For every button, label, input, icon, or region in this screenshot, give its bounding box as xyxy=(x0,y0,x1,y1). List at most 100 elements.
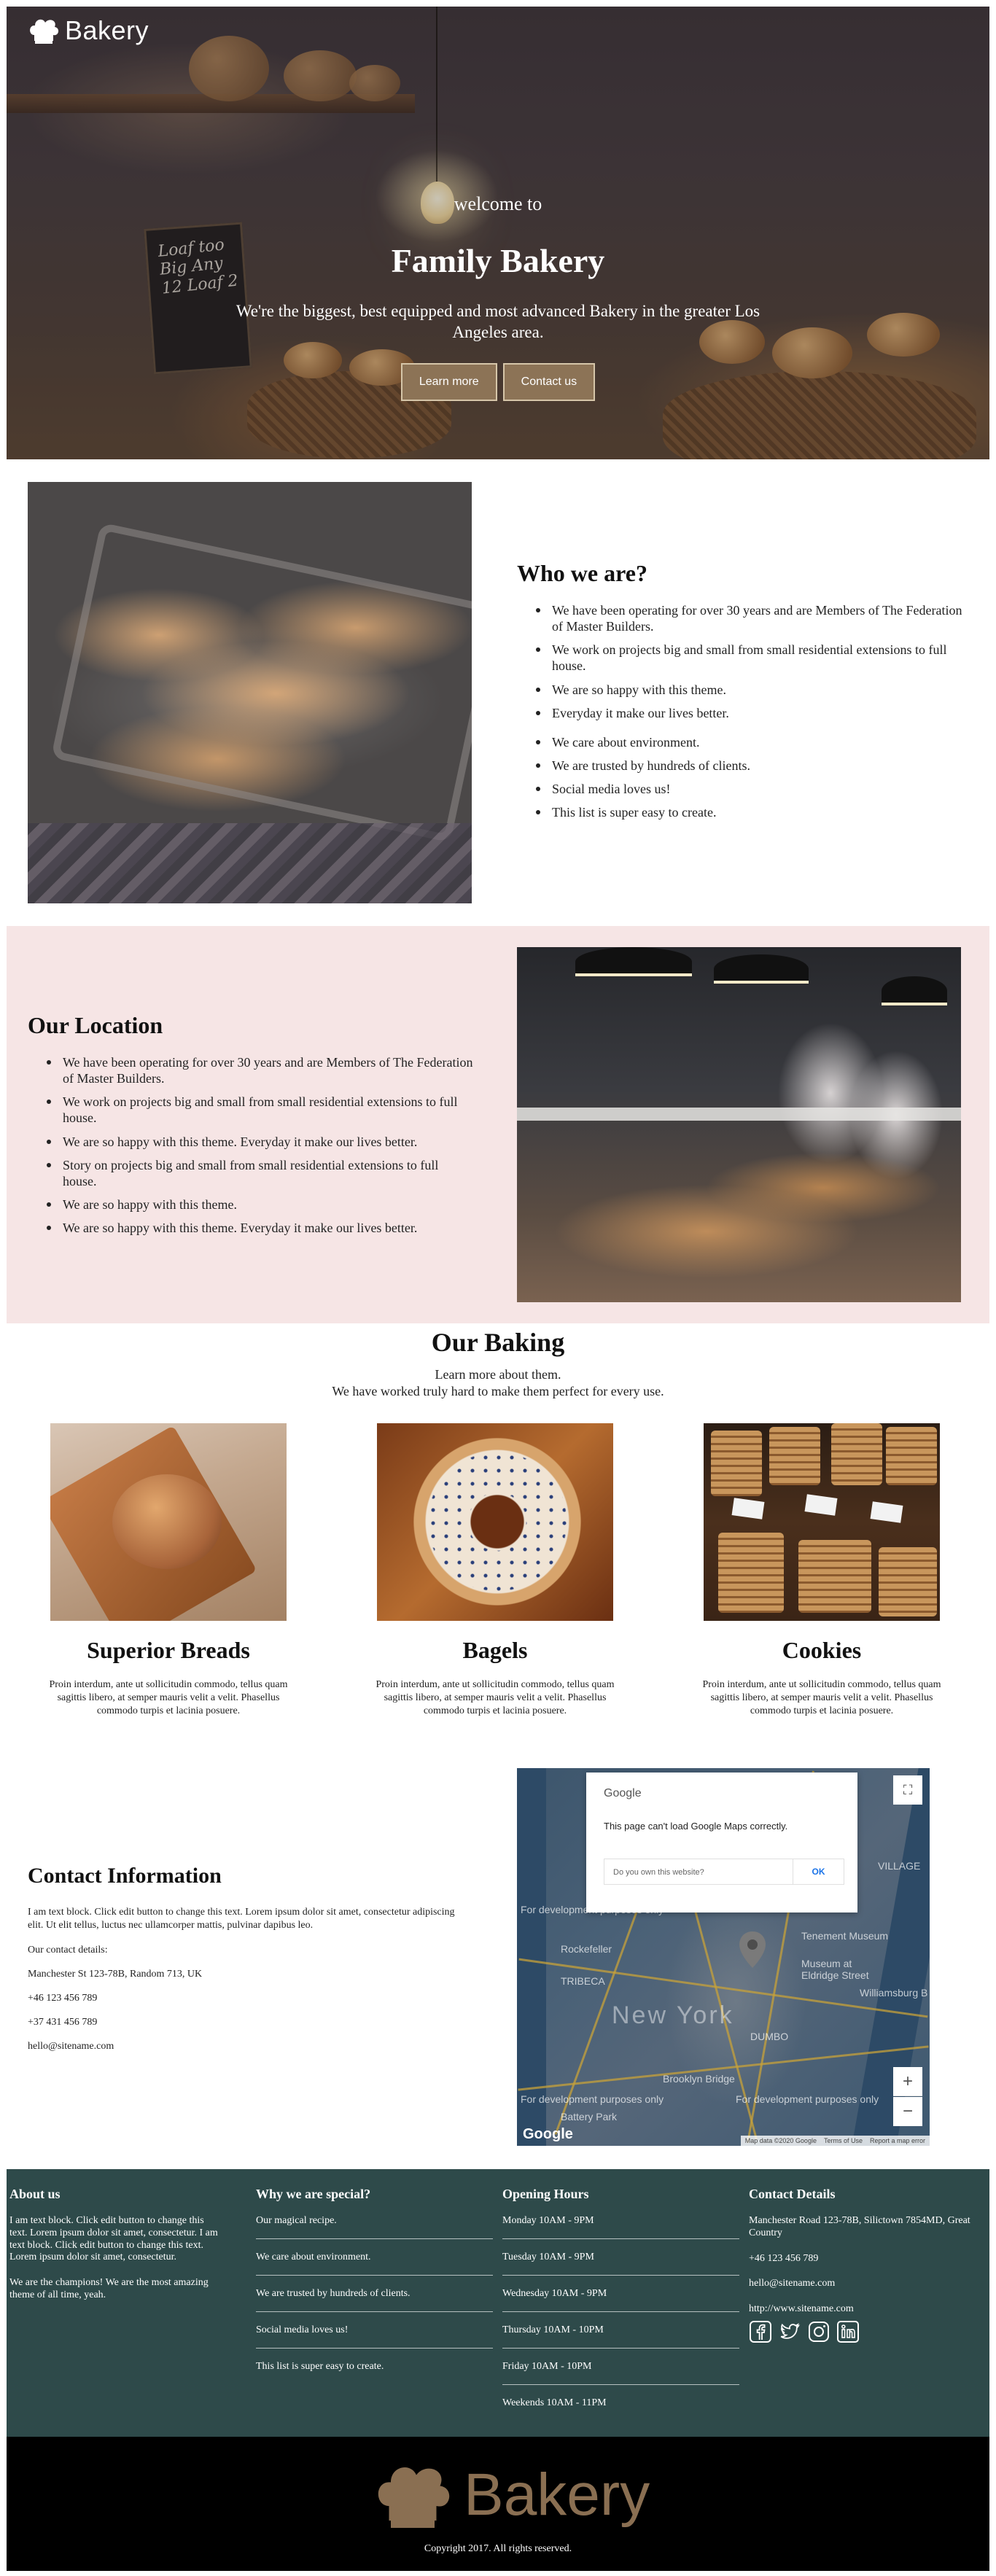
list-item: Our magical recipe. xyxy=(256,2215,493,2239)
brand-name: Bakery xyxy=(65,15,149,45)
map-place-label: Museum at Eldridge Street xyxy=(801,1958,869,1981)
who-we-are-title: Who we are? xyxy=(517,560,647,586)
footer-about-text: I am text block. Click edit button to ch… xyxy=(9,2215,218,2263)
footer-website[interactable]: http://www.sitename.com xyxy=(749,2303,982,2316)
our-baking-title: Our Baking xyxy=(431,1328,565,1357)
cookie-stack xyxy=(886,1427,937,1485)
pendant-lamp xyxy=(714,954,809,984)
map-pin-icon[interactable] xyxy=(737,1930,768,1969)
product-card-breads: Superior Breads Proin interdum, ante ut … xyxy=(41,1423,296,1719)
footer-hours-list: Monday 10AM - 9PM Tuesday 10AM - 9PM Wed… xyxy=(502,2215,739,2421)
footer-about-text: We are the champions! We are the most am… xyxy=(9,2277,209,2300)
map-error-message: This page can't load Google Maps correct… xyxy=(604,1821,788,1832)
map-city-label: New York xyxy=(612,2001,734,2029)
product-description: Proin interdum, ante ut sollicitudin com… xyxy=(376,1679,615,1717)
map-report-link[interactable]: Report a map error xyxy=(870,2137,925,2144)
footer-about-title: About us xyxy=(9,2187,61,2201)
list-item: Tuesday 10AM - 9PM xyxy=(502,2252,739,2276)
pendant-lamp xyxy=(575,947,692,976)
bread-loaf xyxy=(112,1474,222,1569)
learn-more-button[interactable]: Learn more xyxy=(400,363,497,401)
product-card-cookies: Cookies Proin interdum, ante ut sollicit… xyxy=(694,1423,949,1719)
breads-image xyxy=(50,1423,287,1621)
our-baking-subtitle-line: We have worked truly hard to make them p… xyxy=(332,1384,664,1399)
list-item: Weekends 10AM - 11PM xyxy=(502,2397,607,2408)
hero-buttons: Learn more Contact us xyxy=(7,363,989,401)
map-place-label: Tenement Museum xyxy=(801,1930,889,1942)
product-name: Bagels xyxy=(462,1637,528,1663)
list-item: We have been operating for over 30 years… xyxy=(527,602,965,634)
cookie-stack xyxy=(831,1423,882,1485)
list-item: We are so happy with this theme. Everyda… xyxy=(38,1134,475,1150)
twitter-icon[interactable] xyxy=(778,2320,801,2343)
list-item: We have been operating for over 30 years… xyxy=(38,1054,475,1086)
map-ok-button[interactable]: OK xyxy=(793,1859,844,1884)
cookie-stack xyxy=(798,1540,871,1613)
price-tag xyxy=(870,1501,903,1523)
map-place-label: Williamsburg B xyxy=(860,1987,928,1999)
list-item: We care about environment. xyxy=(527,734,965,750)
price-tag xyxy=(804,1494,838,1516)
facebook-icon[interactable] xyxy=(749,2320,772,2343)
cookie-stack xyxy=(718,1533,784,1613)
chef-hat-icon xyxy=(378,2467,450,2528)
footer-hours: Opening Hours Monday 10AM - 9PM Tuesday … xyxy=(502,2187,739,2433)
bottom-bar: Bakery Copyright 2017. All rights reserv… xyxy=(7,2437,989,2571)
brand-logo[interactable]: Bakery xyxy=(27,15,149,46)
linkedin-icon[interactable] xyxy=(836,2320,860,2343)
footer-special: Why we are special? Our magical recipe. … xyxy=(256,2187,493,2397)
map-attribution: Map data ©2020 Google Terms of Use Repor… xyxy=(740,2136,930,2146)
footer-contact: Contact Details Manchester Road 123-78B,… xyxy=(749,2187,982,2343)
hero-title: Family Bakery xyxy=(391,242,605,279)
page: Loaf too Big Any 12 Loaf 2 Bakery welcom… xyxy=(0,0,996,2576)
list-item: We are trusted by hundreds of clients. xyxy=(527,758,965,774)
hero-welcome: welcome to xyxy=(454,193,542,214)
contact-email: hello@sitename.com xyxy=(28,2041,114,2052)
social-icons xyxy=(749,2320,982,2343)
list-item: We are so happy with this theme. Everyda… xyxy=(38,1220,475,1236)
cookie-stack xyxy=(769,1427,820,1485)
product-description: Proin interdum, ante ut sollicitudin com… xyxy=(49,1679,288,1717)
zoom-in-button[interactable]: + xyxy=(893,2067,922,2096)
our-baking-subtitle: Learn more about them. We have worked tr… xyxy=(0,1366,996,1401)
hero-section: Loaf too Big Any 12 Loaf 2 Bakery welcom… xyxy=(7,7,989,459)
cookie-stack xyxy=(711,1431,762,1496)
google-logo: Google xyxy=(523,2126,573,2142)
product-name: Superior Breads xyxy=(87,1637,250,1663)
bagel-sprinkles xyxy=(413,1438,581,1606)
baking-tray xyxy=(50,522,472,843)
list-item: Friday 10AM - 10PM xyxy=(502,2361,739,2385)
footer-logo[interactable]: Bakery xyxy=(369,2459,650,2532)
who-we-are-image xyxy=(28,482,472,903)
map-place-label: Battery Park xyxy=(561,2111,618,2122)
product-name: Cookies xyxy=(782,1637,862,1663)
google-map[interactable]: New York For development purposes only F… xyxy=(517,1768,930,2146)
list-item: Social media loves us! xyxy=(256,2324,493,2349)
contact-us-button[interactable]: Contact us xyxy=(502,363,596,401)
contact-phone: +37 431 456 789 xyxy=(28,2017,98,2028)
instagram-icon[interactable] xyxy=(807,2320,830,2343)
map-error-dialog: Google This page can't load Google Maps … xyxy=(586,1773,857,1912)
contact-details-label: Our contact details: xyxy=(28,1945,108,1956)
list-item: Everyday it make our lives better. xyxy=(527,705,965,721)
footer-special-title: Why we are special? xyxy=(256,2187,371,2201)
map-place-label: VILLAGE xyxy=(878,1860,921,1872)
footer: About us I am text block. Click edit but… xyxy=(7,2169,989,2437)
bakery-shop-image xyxy=(517,947,961,1302)
footer-contact-title: Contact Details xyxy=(749,2187,836,2201)
list-item: This list is super easy to create. xyxy=(527,804,965,820)
list-item: Story on projects big and small from sma… xyxy=(38,1157,475,1189)
list-item: Monday 10AM - 9PM xyxy=(502,2215,739,2239)
footer-special-list: Our magical recipe. We care about enviro… xyxy=(256,2215,493,2384)
map-dialog-provider: Google xyxy=(604,1787,642,1799)
map-place-label: TRIBECA xyxy=(561,1975,605,1987)
footer-email[interactable]: hello@sitename.com xyxy=(749,2278,982,2290)
who-we-are-list: We have been operating for over 30 years… xyxy=(527,602,965,828)
map-data-credit: Map data ©2020 Google xyxy=(744,2137,817,2144)
fullscreen-icon[interactable]: ⛶ xyxy=(893,1775,922,1805)
list-item: We work on projects big and small from s… xyxy=(38,1094,475,1126)
product-card-bagels: Bagels Proin interdum, ante ut sollicitu… xyxy=(367,1423,623,1719)
map-terms-link[interactable]: Terms of Use xyxy=(824,2137,863,2144)
map-dev-label: For development purposes only xyxy=(521,2093,664,2105)
zoom-out-button[interactable]: − xyxy=(893,2097,922,2126)
